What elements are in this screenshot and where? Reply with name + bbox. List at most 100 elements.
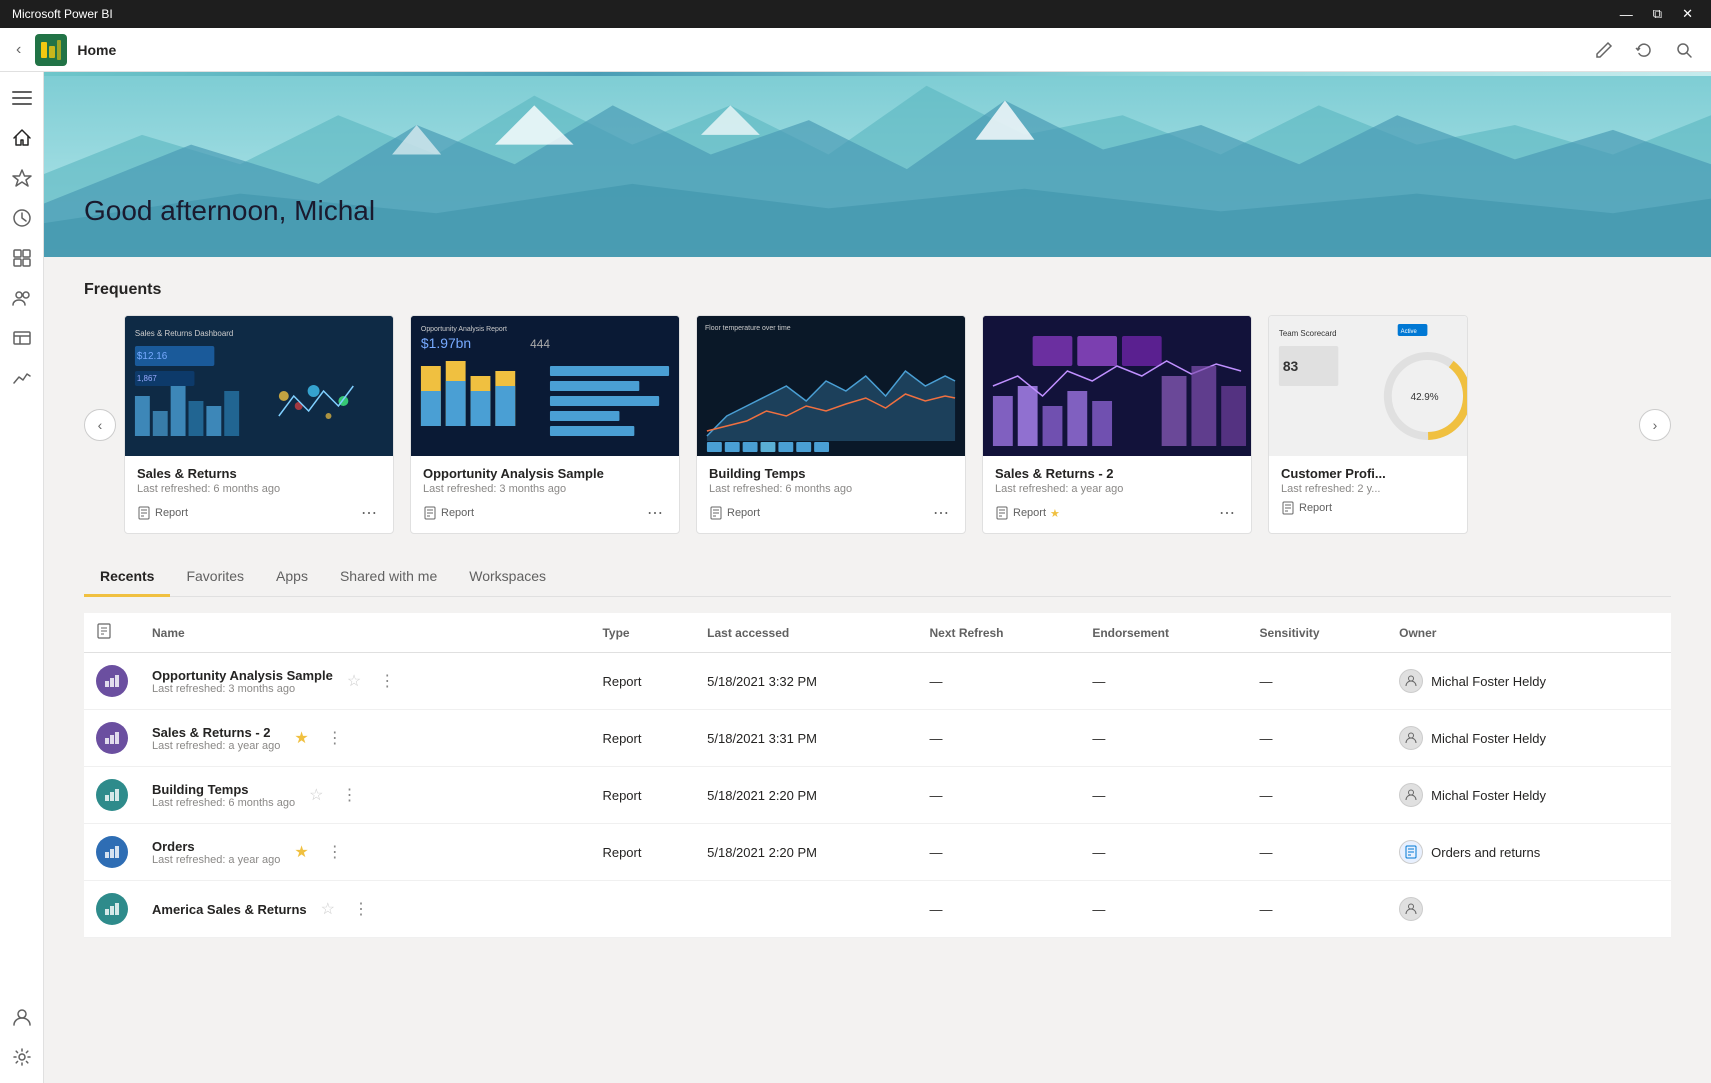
svg-text:Active: Active: [1401, 329, 1418, 335]
table-row[interactable]: Orders Last refreshed: a year ago ★ ⋮ Re…: [84, 824, 1671, 881]
owner-avatar-5: [1399, 897, 1423, 921]
card-more-button-3[interactable]: ⋯: [929, 501, 953, 525]
item-name-text-5: America Sales & Returns: [152, 902, 307, 917]
card-meta-1: Last refreshed: 6 months ago: [137, 483, 381, 495]
cards-container: Sales & Returns Dashboard $12.16 1,867: [124, 315, 1631, 534]
frequent-card-1[interactable]: Sales & Returns Dashboard $12.16 1,867: [124, 315, 394, 534]
row-type-cell-4: Report: [590, 824, 695, 881]
tab-apps[interactable]: Apps: [260, 558, 324, 597]
card-thumbnail-5: Team Scorecard Active 83 42.9%: [1269, 316, 1467, 456]
row-icon-cell-3: [84, 767, 140, 824]
sidebar-item-settings[interactable]: [4, 1039, 40, 1075]
star-button-1[interactable]: ☆: [343, 667, 365, 695]
bar-chart-icon-5: [104, 901, 120, 917]
app-title: Microsoft Power BI: [12, 7, 113, 21]
card-footer-3: Report ⋯: [709, 501, 953, 525]
card-body-3: Building Temps Last refreshed: 6 months …: [697, 456, 965, 533]
card-more-button-1[interactable]: ⋯: [357, 501, 381, 525]
row-icon-cell-1: [84, 653, 140, 710]
row-endorsement-cell-3: —: [1080, 767, 1247, 824]
row-owner-cell-4: Orders and returns: [1387, 824, 1671, 881]
row-icon-5: [96, 893, 128, 925]
tab-recents[interactable]: Recents: [84, 558, 170, 597]
row-endorsement-cell-4: —: [1080, 824, 1247, 881]
card-more-button-2[interactable]: ⋯: [643, 501, 667, 525]
sidebar-item-profile[interactable]: [4, 999, 40, 1035]
sidebar-item-apps[interactable]: [4, 240, 40, 276]
back-button[interactable]: ‹: [12, 37, 25, 63]
row-icon-3: [96, 779, 128, 811]
card-name-1: Sales & Returns: [137, 466, 381, 481]
frequent-card-2[interactable]: Opportunity Analysis Report $1.97bn 444: [410, 315, 680, 534]
content-area: Good afternoon, Michal Frequents ‹ Sales…: [44, 72, 1711, 1083]
card-body-2: Opportunity Analysis Sample Last refresh…: [411, 456, 679, 533]
minimize-button[interactable]: —: [1614, 4, 1639, 24]
hero-mountains-svg: [44, 76, 1711, 257]
frequent-card-4[interactable]: Sales & Returns - 2 Last refreshed: a ye…: [982, 315, 1252, 534]
svg-text:444: 444: [530, 337, 550, 351]
restore-button[interactable]: ⧉: [1647, 4, 1668, 24]
owner-avatar-2: [1399, 726, 1423, 750]
card-thumbnail-4: [983, 316, 1251, 456]
search-button[interactable]: [1669, 35, 1699, 65]
star-button-4[interactable]: ★: [290, 838, 312, 866]
col-header-icon: [84, 613, 140, 653]
edit-button[interactable]: [1589, 35, 1619, 65]
col-header-name: Name: [140, 613, 590, 653]
person-icon-5: [1404, 902, 1418, 916]
star-button-2[interactable]: ★: [290, 724, 312, 752]
svg-text:$1.97bn: $1.97bn: [421, 335, 471, 351]
star-button-3[interactable]: ☆: [305, 781, 327, 809]
more-button-1[interactable]: ⋮: [375, 667, 399, 695]
star-button-5[interactable]: ☆: [317, 895, 339, 923]
file-col-icon: [96, 623, 112, 639]
more-button-5[interactable]: ⋮: [349, 895, 373, 923]
more-button-2[interactable]: ⋮: [323, 724, 347, 752]
card-type-2: Report: [423, 506, 474, 520]
item-name-col-4: Orders Last refreshed: a year ago ★ ⋮: [152, 838, 578, 866]
sidebar-item-home[interactable]: [4, 120, 40, 156]
close-button[interactable]: ✕: [1676, 4, 1699, 24]
refresh-button[interactable]: [1629, 35, 1659, 65]
table-row[interactable]: Building Temps Last refreshed: 6 months …: [84, 767, 1671, 824]
row-accessed-cell-4: 5/18/2021 2:20 PM: [695, 824, 917, 881]
person-icon-3: [1404, 788, 1418, 802]
tab-workspaces[interactable]: Workspaces: [453, 558, 562, 597]
item-name-group-3: Building Temps Last refreshed: 6 months …: [152, 782, 295, 809]
row-name-cell-5: America Sales & Returns ☆ ⋮: [140, 881, 590, 938]
row-sensitivity-cell-3: —: [1248, 767, 1388, 824]
item-sub-text-3: Last refreshed: 6 months ago: [152, 797, 295, 809]
search-icon: [1675, 41, 1693, 59]
sidebar-item-workspaces[interactable]: [4, 320, 40, 356]
svg-text:Team Scorecard: Team Scorecard: [1279, 329, 1337, 338]
row-name-cell-3: Building Temps Last refreshed: 6 months …: [140, 767, 590, 824]
row-name-cell-1: Opportunity Analysis Sample Last refresh…: [140, 653, 590, 710]
more-button-4[interactable]: ⋮: [323, 838, 347, 866]
table-row[interactable]: Sales & Returns - 2 Last refreshed: a ye…: [84, 710, 1671, 767]
cards-carousel: ‹ Sales & Returns Dashboard $12.16 1,867: [84, 315, 1671, 534]
frequent-card-3[interactable]: Floor temperature over time: [696, 315, 966, 534]
more-button-3[interactable]: ⋮: [337, 781, 361, 809]
sidebar-item-favorites[interactable]: [4, 160, 40, 196]
sidebar-item-recent[interactable]: [4, 200, 40, 236]
sidebar-item-menu[interactable]: [4, 80, 40, 116]
card-more-button-4[interactable]: ⋯: [1215, 501, 1239, 525]
tab-favorites[interactable]: Favorites: [170, 558, 260, 597]
page-title: Home: [77, 42, 116, 58]
row-refresh-cell-1: —: [917, 653, 1080, 710]
card-body-4: Sales & Returns - 2 Last refreshed: a ye…: [983, 456, 1251, 533]
table-row[interactable]: America Sales & Returns ☆ ⋮ — — —: [84, 881, 1671, 938]
frequent-card-5[interactable]: Team Scorecard Active 83 42.9%: [1268, 315, 1468, 534]
sidebar-item-metrics[interactable]: [4, 360, 40, 396]
table-row[interactable]: Opportunity Analysis Sample Last refresh…: [84, 653, 1671, 710]
card-type-1: Report: [137, 506, 188, 520]
carousel-next-button[interactable]: ›: [1639, 409, 1671, 441]
owner-col-4: Orders and returns: [1399, 840, 1659, 864]
sidebar-item-shared[interactable]: [4, 280, 40, 316]
row-sensitivity-cell-1: —: [1248, 653, 1388, 710]
tab-shared[interactable]: Shared with me: [324, 558, 453, 597]
refresh-icon: [1635, 41, 1653, 59]
carousel-prev-button[interactable]: ‹: [84, 409, 116, 441]
col-header-endorsement: Endorsement: [1080, 613, 1247, 653]
row-accessed-cell-5: [695, 881, 917, 938]
